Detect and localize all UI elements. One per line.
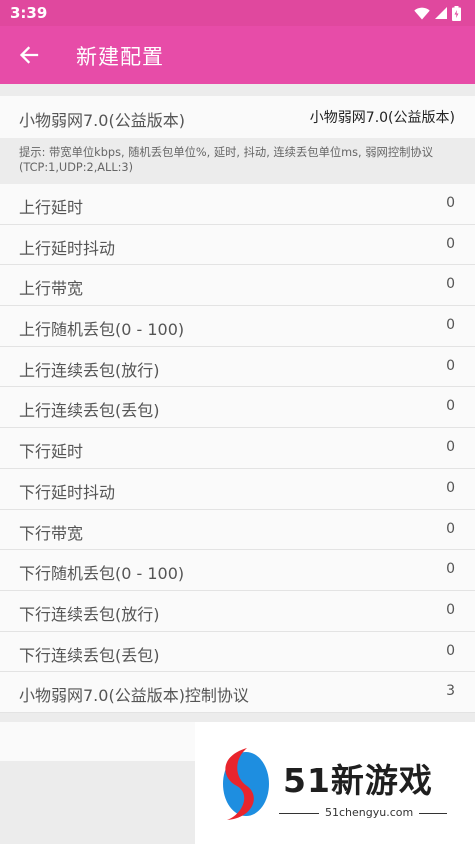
setting-row[interactable]: 小物弱网7.0(公益版本)控制协议 3: [0, 672, 475, 713]
config-name-label: 小物弱网7.0(公益版本): [19, 111, 185, 130]
list-footer: [0, 722, 195, 761]
battery-icon: [452, 5, 461, 21]
setting-row[interactable]: 上行随机丢包(0 - 100) 0: [0, 306, 475, 347]
setting-label: 上行带宽: [19, 279, 84, 299]
setting-label: 下行延时: [19, 442, 84, 462]
setting-value: 0: [446, 561, 455, 578]
setting-label: 下行连续丢包(放行): [19, 604, 160, 624]
setting-value: 0: [446, 479, 455, 496]
watermark-logo-icon: [223, 748, 269, 820]
setting-label: 下行连续丢包(丢包): [19, 645, 160, 665]
setting-row[interactable]: 上行延时抖动 0: [0, 224, 475, 266]
setting-row[interactable]: 上行连续丢包(丢包) 0: [0, 387, 475, 429]
setting-row[interactable]: 下行连续丢包(丢包) 0: [0, 631, 475, 673]
setting-value: 0: [446, 642, 455, 659]
setting-value: 0: [446, 276, 455, 293]
setting-label: 上行延时: [19, 198, 84, 217]
setting-label: 下行带宽: [19, 523, 84, 543]
settings-list: 上行延时 0 上行延时抖动 0 上行带宽 0 上行随机丢包(0 - 100) 0 上行连续丢包(…: [0, 184, 475, 713]
watermark-line-right: [419, 813, 447, 814]
setting-row[interactable]: 上行带宽 0: [0, 265, 475, 307]
setting-row[interactable]: 上行延时 0: [0, 184, 475, 225]
watermark-line-left: [279, 813, 319, 814]
setting-label: 上行连续丢包(放行): [19, 360, 160, 380]
status-bar: 3:39: [0, 0, 475, 26]
setting-value: 3: [446, 683, 455, 700]
back-button[interactable]: [12, 39, 46, 71]
config-form: 小物弱网7.0(公益版本) 小物弱网7.0(公益版本) 提示: 带宽单位kbps…: [0, 96, 475, 713]
setting-value: 0: [446, 317, 455, 334]
setting-row[interactable]: 下行延时 0: [0, 428, 475, 469]
setting-label: 上行连续丢包(丢包): [19, 401, 160, 421]
setting-value: 0: [446, 601, 455, 618]
status-icons: [414, 5, 461, 21]
hint-text: 提示: 带宽单位kbps, 随机丢包单位%, 延时, 抖动, 连续丢包单位ms,…: [0, 138, 475, 184]
setting-label: 下行随机丢包(0 - 100): [19, 564, 185, 584]
config-name-value: 小物弱网7.0(公益版本): [309, 110, 455, 126]
watermark-text: 51新游戏: [283, 761, 433, 800]
page-title: 新建配置: [76, 45, 164, 69]
setting-row[interactable]: 下行连续丢包(放行) 0: [0, 590, 475, 632]
watermark: 51新游戏 51chengyu.com: [195, 722, 475, 844]
setting-value: 0: [446, 520, 455, 537]
setting-label: 小物弱网7.0(公益版本)控制协议: [19, 686, 249, 706]
setting-label: 下行延时抖动: [19, 482, 116, 502]
setting-value: 0: [446, 439, 455, 456]
setting-value: 0: [446, 398, 455, 415]
wifi-icon: [414, 7, 430, 19]
app-bar: 新建配置: [0, 26, 475, 84]
setting-value: 0: [446, 195, 455, 211]
setting-label: 上行随机丢包(0 - 100): [19, 320, 185, 340]
setting-row[interactable]: 下行带宽 0: [0, 509, 475, 551]
setting-row[interactable]: 下行延时抖动 0: [0, 468, 475, 510]
watermark-subtext: 51chengyu.com: [325, 806, 414, 819]
config-name-row[interactable]: 小物弱网7.0(公益版本) 小物弱网7.0(公益版本): [0, 96, 475, 138]
arrow-left-icon: [19, 46, 39, 64]
setting-label: 上行延时抖动: [19, 238, 116, 258]
setting-value: 0: [446, 235, 455, 252]
status-time: 3:39: [10, 4, 48, 22]
setting-value: 0: [446, 357, 455, 374]
signal-icon: [435, 7, 447, 19]
setting-row[interactable]: 下行随机丢包(0 - 100) 0: [0, 550, 475, 591]
setting-row[interactable]: 上行连续丢包(放行) 0: [0, 346, 475, 388]
